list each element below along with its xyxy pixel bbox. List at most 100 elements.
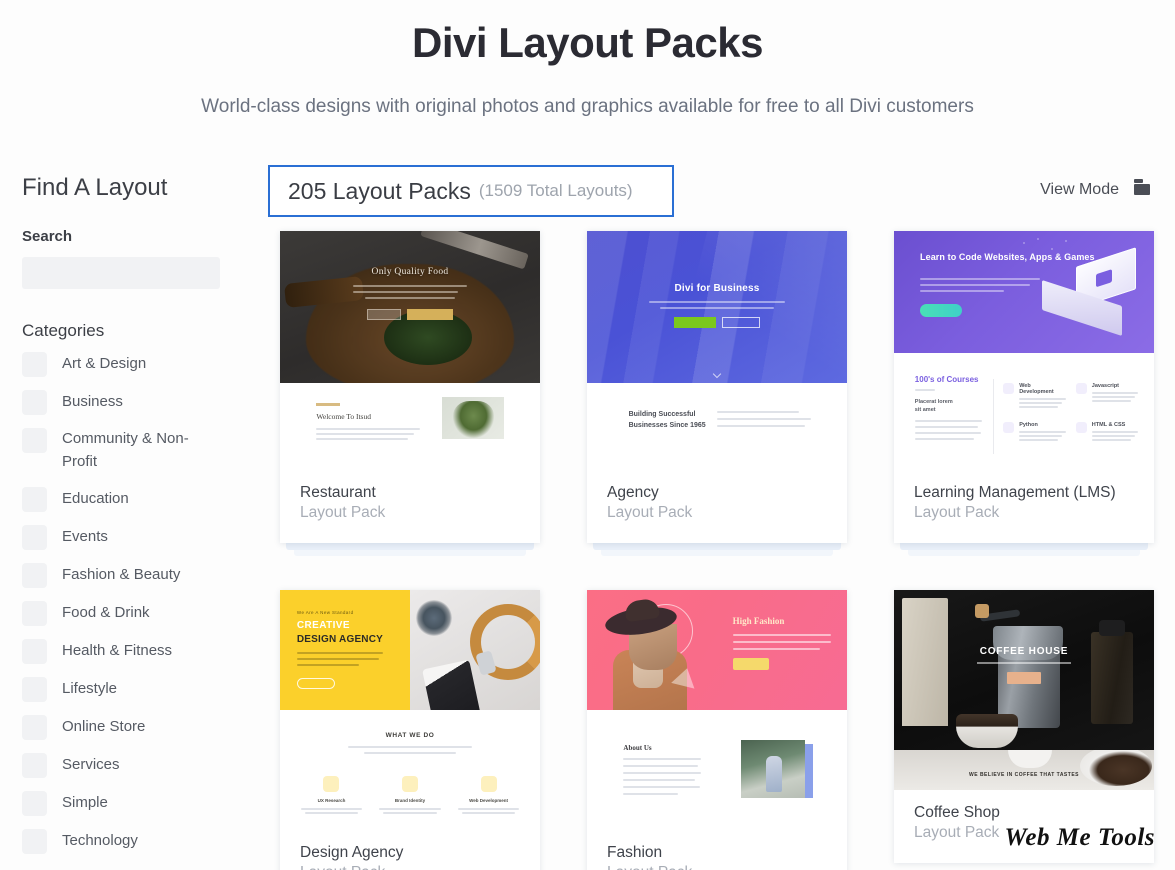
- card-thumbnail[interactable]: High Fashion About Us: [587, 590, 847, 831]
- card-thumbnail[interactable]: Divi for Business Building Successful Bu…: [587, 231, 847, 470]
- category-item-fashion-beauty[interactable]: Fashion & Beauty: [22, 562, 252, 588]
- thumb-hero: Learn to Code Websites, Apps & Games: [894, 231, 1154, 353]
- category-item-lifestyle[interactable]: Lifestyle: [22, 676, 252, 702]
- checkbox-icon[interactable]: [22, 828, 47, 854]
- layout-pack-count-box[interactable]: 205 Layout Packs (1509 Total Layouts): [268, 165, 674, 217]
- category-item-simple[interactable]: Simple: [22, 790, 252, 816]
- card-thumbnail[interactable]: We Are A New Standard CREATIVE DESIGN AG…: [280, 590, 540, 831]
- thumb-buttons: [280, 309, 540, 320]
- succulent-shape: [416, 600, 452, 637]
- card-thumbnail[interactable]: Only Quality Food Welcome To Itsud: [280, 231, 540, 470]
- category-item-food-drink[interactable]: Food & Drink: [22, 600, 252, 626]
- thumb-hero: We Are A New Standard CREATIVE DESIGN AG…: [280, 590, 540, 711]
- card-footer: Restaurant Layout Pack: [280, 470, 540, 544]
- page-title: Divi Layout Packs: [412, 19, 763, 66]
- thumb-hero-heading: Only Quality Food: [371, 267, 449, 277]
- card[interactable]: We Are A New Standard CREATIVE DESIGN AG…: [280, 590, 540, 870]
- feature-item: UX Research: [298, 776, 365, 816]
- category-item-education[interactable]: Education: [22, 486, 252, 512]
- thumb-button-primary: [732, 658, 769, 671]
- thumb-button-secondary: [367, 309, 401, 320]
- thumb-button-primary: [674, 317, 716, 328]
- jar-lid-shape: [1099, 620, 1126, 637]
- feature-label: Python: [1019, 422, 1038, 429]
- checkbox-icon[interactable]: [22, 676, 47, 702]
- accent-bar: [805, 744, 814, 799]
- checkbox-icon[interactable]: [22, 714, 47, 740]
- thumb-buttons: [587, 317, 847, 328]
- card-title: Restaurant: [300, 484, 376, 501]
- total-layouts-count: (1509 Total Layouts): [478, 181, 633, 200]
- card[interactable]: Learn to Code Websites, Apps & Games 100…: [894, 231, 1154, 544]
- layout-pack-card-fashion[interactable]: High Fashion About Us Fashion: [587, 590, 847, 870]
- thumb-text-lines: [920, 278, 1040, 296]
- thumb-hero-heading: COFFEE HOUSE: [979, 646, 1069, 658]
- category-label: Technology: [62, 831, 138, 849]
- category-item-services[interactable]: Services: [22, 752, 252, 778]
- find-a-layout-heading: Find A Layout: [22, 174, 168, 201]
- category-item-technology[interactable]: Technology: [22, 828, 252, 854]
- thumb-body-heading: Building Successful Businesses Since 196…: [628, 411, 706, 430]
- view-mode-control[interactable]: View Mode: [1040, 177, 1153, 202]
- category-item-health-fitness[interactable]: Health & Fitness: [22, 638, 252, 664]
- feature-label: Javascript: [1091, 383, 1120, 389]
- toolbar: Find A Layout 205 Layout Packs (1509 Tot…: [0, 160, 1175, 220]
- thumb-text-lines: [623, 758, 702, 800]
- thumb-body-heading: About Us: [623, 744, 652, 753]
- card-thumbnail[interactable]: COFFEE HOUSE WE BELIEVE IN COFFEE THAT T…: [894, 590, 1154, 791]
- thumb-hero: Only Quality Food: [280, 231, 540, 383]
- thumb-button-primary: [920, 304, 962, 317]
- category-label: Art & Design: [62, 355, 147, 372]
- checkbox-icon[interactable]: [22, 600, 47, 626]
- card[interactable]: Divi for Business Building Successful Bu…: [587, 231, 847, 544]
- search-input[interactable]: [22, 257, 220, 289]
- feature-label: UX Research: [317, 798, 346, 804]
- thumb-text-lines: [732, 634, 832, 655]
- card-thumbnail[interactable]: Learn to Code Websites, Apps & Games 100…: [894, 231, 1154, 470]
- checkbox-icon[interactable]: [22, 486, 47, 512]
- thumb-text-lines: [717, 411, 811, 432]
- card-subtitle: Layout Pack: [300, 504, 386, 522]
- layout-pack-card-design-agency[interactable]: We Are A New Standard CREATIVE DESIGN AG…: [280, 590, 540, 870]
- thumb-button-secondary: [722, 317, 760, 328]
- page-subtitle: World-class designs with original photos…: [201, 96, 974, 118]
- checkbox-icon[interactable]: [22, 790, 47, 816]
- card-title: Fashion: [607, 844, 663, 862]
- checkbox-icon[interactable]: [22, 638, 47, 664]
- category-item-events[interactable]: Events: [22, 524, 252, 550]
- divider: [992, 379, 994, 454]
- category-label: Fashion & Beauty: [62, 565, 181, 583]
- page-root: Divi Layout Packs World-class designs wi…: [0, 0, 1175, 870]
- checkbox-icon[interactable]: [22, 524, 47, 550]
- feature-icon: [480, 776, 497, 793]
- layout-pack-card-agency[interactable]: Divi for Business Building Successful Bu…: [587, 231, 847, 557]
- layout-pack-card-lms[interactable]: Learn to Code Websites, Apps & Games 100…: [894, 231, 1154, 557]
- thumb-body: About Us: [587, 710, 847, 831]
- category-item-online-store[interactable]: Online Store: [22, 714, 252, 740]
- checkbox-icon[interactable]: [22, 390, 47, 415]
- card[interactable]: COFFEE HOUSE WE BELIEVE IN COFFEE THAT T…: [894, 590, 1154, 864]
- thumb-text-lines: [352, 285, 468, 299]
- laptop-illustration: [1042, 247, 1138, 336]
- thumb-body-heading: WE BELIEVE IN COFFEE THAT TASTES: [969, 772, 1079, 779]
- checkbox-icon[interactable]: [22, 562, 47, 588]
- checkbox-icon[interactable]: [22, 428, 47, 453]
- card[interactable]: Only Quality Food Welcome To Itsud Resta…: [280, 231, 540, 544]
- checkbox-icon[interactable]: [22, 752, 47, 778]
- layout-pack-card-restaurant[interactable]: Only Quality Food Welcome To Itsud Resta…: [280, 231, 540, 557]
- card[interactable]: High Fashion About Us Fashion: [587, 590, 847, 870]
- category-label: Education: [62, 489, 129, 507]
- grid-view-icon[interactable]: [1131, 177, 1153, 202]
- view-mode-label: View Mode: [1040, 180, 1119, 198]
- thumb-text-lines: [296, 652, 383, 670]
- category-item-community-non-profit[interactable]: Community & Non-Profit: [22, 427, 252, 474]
- thumb-button-primary: [296, 678, 335, 690]
- grinder-knob-shape: [974, 604, 989, 619]
- thumb-feature-row: UX Research Brand Identity Web Developme: [298, 776, 522, 816]
- feature-item: Python: [1003, 422, 1066, 443]
- category-item-business[interactable]: Business: [22, 389, 252, 415]
- checkbox-icon[interactable]: [22, 352, 47, 377]
- card-title: Agency: [607, 484, 659, 501]
- feature-label: HTML & CSS: [1091, 422, 1126, 429]
- category-item-art-design[interactable]: Art & Design: [22, 351, 252, 377]
